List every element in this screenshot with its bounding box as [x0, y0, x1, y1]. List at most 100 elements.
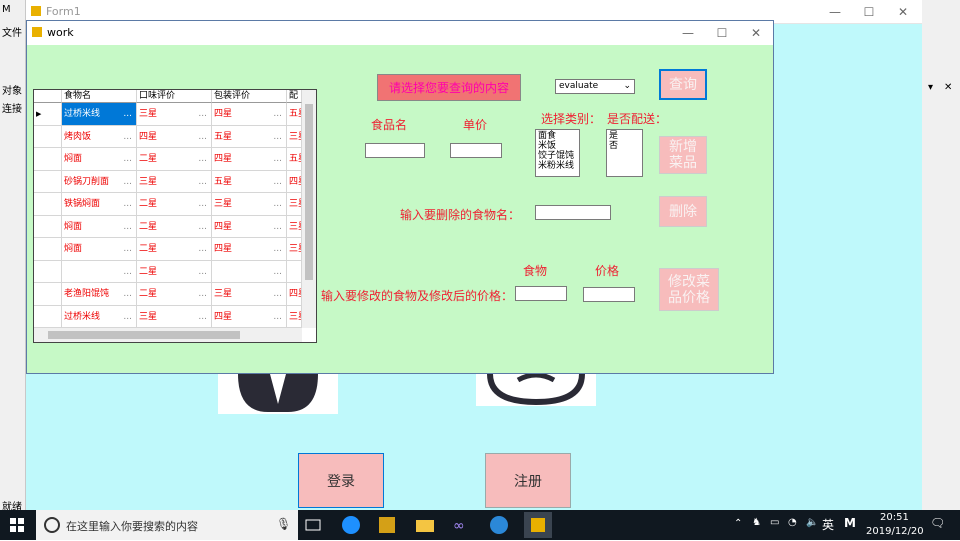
grid-cell[interactable]: 焖面... [62, 238, 137, 261]
grid-cell[interactable]: 三星... [137, 103, 212, 126]
grid-column-header[interactable]: 配 [287, 90, 302, 103]
grid-cell[interactable] [287, 260, 302, 283]
minimize-icon[interactable]: — [671, 21, 705, 45]
grid-cell[interactable]: 二星... [137, 148, 212, 171]
maximize-icon[interactable]: ☐ [705, 21, 739, 45]
row-header[interactable] [34, 170, 62, 193]
cell-ellipsis-icon[interactable]: ... [198, 103, 207, 125]
clock-time[interactable]: 20:51 [880, 512, 909, 523]
running-app-icon[interactable] [524, 512, 552, 538]
tray-app-icon[interactable]: ♞ [752, 517, 761, 528]
cell-ellipsis-icon[interactable]: ... [123, 148, 132, 170]
query-button[interactable]: 查询 [659, 69, 707, 100]
delete-food-input[interactable] [535, 205, 611, 220]
grid-cell[interactable]: 烤肉饭... [62, 125, 137, 148]
cell-ellipsis-icon[interactable]: ... [123, 238, 132, 260]
tools-icon[interactable] [376, 514, 398, 536]
category-option[interactable]: 米粉米线 [538, 161, 577, 171]
row-header[interactable] [34, 283, 62, 306]
grid-cell[interactable]: 二星... [137, 260, 212, 283]
grid-cell[interactable]: 三星 [287, 305, 302, 328]
food-data-grid[interactable]: 食物名口味评价包装评价配▶过桥米线...三星...四星...五星烤肉饭...四星… [33, 89, 317, 343]
sql-icon[interactable] [488, 514, 510, 536]
cell-ellipsis-icon[interactable]: ... [198, 306, 207, 328]
file-explorer-icon[interactable] [414, 514, 436, 536]
grid-cell[interactable]: 四星... [212, 103, 287, 126]
pin-icon[interactable]: ▾ [928, 82, 933, 93]
grid-column-header[interactable]: 口味评价 [137, 90, 212, 103]
grid-cell[interactable]: 二星... [137, 193, 212, 216]
cell-ellipsis-icon[interactable]: ... [123, 193, 132, 215]
row-header[interactable] [34, 305, 62, 328]
ide-object-tab[interactable]: 对象 [2, 82, 22, 97]
grid-cell[interactable]: 三星 [287, 238, 302, 261]
grid-cell[interactable]: 四星... [212, 238, 287, 261]
cell-ellipsis-icon[interactable]: ... [273, 261, 282, 283]
wifi-icon[interactable]: ◔ [788, 517, 797, 528]
cell-ellipsis-icon[interactable]: ... [123, 261, 132, 283]
price-input[interactable] [450, 143, 502, 158]
grid-cell[interactable]: 四星 [287, 170, 302, 193]
close-icon[interactable]: ✕ [886, 0, 920, 24]
grid-cell[interactable]: 二星... [137, 283, 212, 306]
cell-ellipsis-icon[interactable]: ... [273, 238, 282, 260]
cell-ellipsis-icon[interactable]: ... [273, 148, 282, 170]
grid-cell[interactable]: 三星 [287, 193, 302, 216]
category-listbox[interactable]: 面食 米饭 饺子馄饨 米粉米线 [535, 129, 580, 177]
grid-cell[interactable]: 四星... [212, 215, 287, 238]
close-icon[interactable]: ✕ [739, 21, 773, 45]
cell-ellipsis-icon[interactable]: ... [198, 238, 207, 260]
cell-ellipsis-icon[interactable]: ... [123, 306, 132, 328]
grid-cell[interactable]: 砂锅刀削面... [62, 170, 137, 193]
cell-ellipsis-icon[interactable]: ... [198, 261, 207, 283]
ide-connect[interactable]: 连接 [2, 100, 22, 115]
grid-cell[interactable]: 二星... [137, 215, 212, 238]
grid-cell[interactable]: 四星... [137, 125, 212, 148]
query-type-select[interactable]: evaluate ⌄ [555, 79, 635, 94]
visual-studio-icon[interactable]: ∞ [452, 514, 474, 536]
clock-date[interactable]: 2019/12/20 [866, 526, 924, 537]
category-option[interactable]: 米饭 [538, 141, 577, 151]
cell-ellipsis-icon[interactable]: ... [198, 216, 207, 238]
notification-icon[interactable]: 🗨 [930, 516, 945, 530]
row-header[interactable] [34, 193, 62, 216]
cell-ellipsis-icon[interactable]: ... [273, 126, 282, 148]
cell-ellipsis-icon[interactable]: ... [198, 171, 207, 193]
ime-mode-indicator[interactable]: M [844, 516, 856, 530]
food-name-input[interactable] [365, 143, 425, 158]
cell-ellipsis-icon[interactable]: ... [273, 103, 282, 125]
tray-chevron-icon[interactable]: ⌃ [734, 518, 742, 529]
task-view-icon[interactable] [302, 514, 324, 536]
grid-cell[interactable]: 三星 [287, 125, 302, 148]
modify-price-button[interactable]: 修改菜 品价格 [659, 268, 719, 311]
grid-cell[interactable]: 三星... [212, 193, 287, 216]
grid-cell[interactable]: 过桥米线... [62, 103, 137, 126]
taskbar-search-box[interactable]: 在这里输入你要搜索的内容 🎙 [36, 510, 298, 540]
battery-icon[interactable]: ▭ [770, 517, 779, 528]
volume-icon[interactable]: 🔈 [806, 517, 818, 528]
grid-cell[interactable]: ... [62, 260, 137, 283]
row-header[interactable] [34, 238, 62, 261]
row-header[interactable] [34, 125, 62, 148]
delivery-option[interactable]: 否 [609, 141, 640, 151]
ide-menu-file[interactable]: 文件 [2, 24, 22, 39]
grid-cell[interactable]: 过桥米线... [62, 305, 137, 328]
grid-cell[interactable]: 三星... [137, 305, 212, 328]
cell-ellipsis-icon[interactable]: ... [273, 283, 282, 305]
category-option[interactable]: 面食 [538, 131, 577, 141]
cell-ellipsis-icon[interactable]: ... [123, 126, 132, 148]
edge-browser-icon[interactable] [340, 514, 362, 536]
grid-corner-header[interactable] [34, 90, 62, 103]
grid-cell[interactable]: 老渔阳馄饨... [62, 283, 137, 306]
row-header[interactable]: ▶ [34, 103, 62, 126]
cell-ellipsis-icon[interactable]: ... [123, 103, 132, 125]
maximize-icon[interactable]: ☐ [852, 0, 886, 24]
ime-indicator[interactable]: 英 [822, 516, 834, 533]
add-dish-button[interactable]: 新增 菜品 [659, 136, 707, 174]
delete-button[interactable]: 删除 [659, 196, 707, 227]
cell-ellipsis-icon[interactable]: ... [273, 306, 282, 328]
grid-cell[interactable]: 五星 [287, 148, 302, 171]
cell-ellipsis-icon[interactable]: ... [198, 126, 207, 148]
cell-ellipsis-icon[interactable]: ... [273, 193, 282, 215]
horizontal-scrollbar[interactable] [34, 328, 302, 342]
